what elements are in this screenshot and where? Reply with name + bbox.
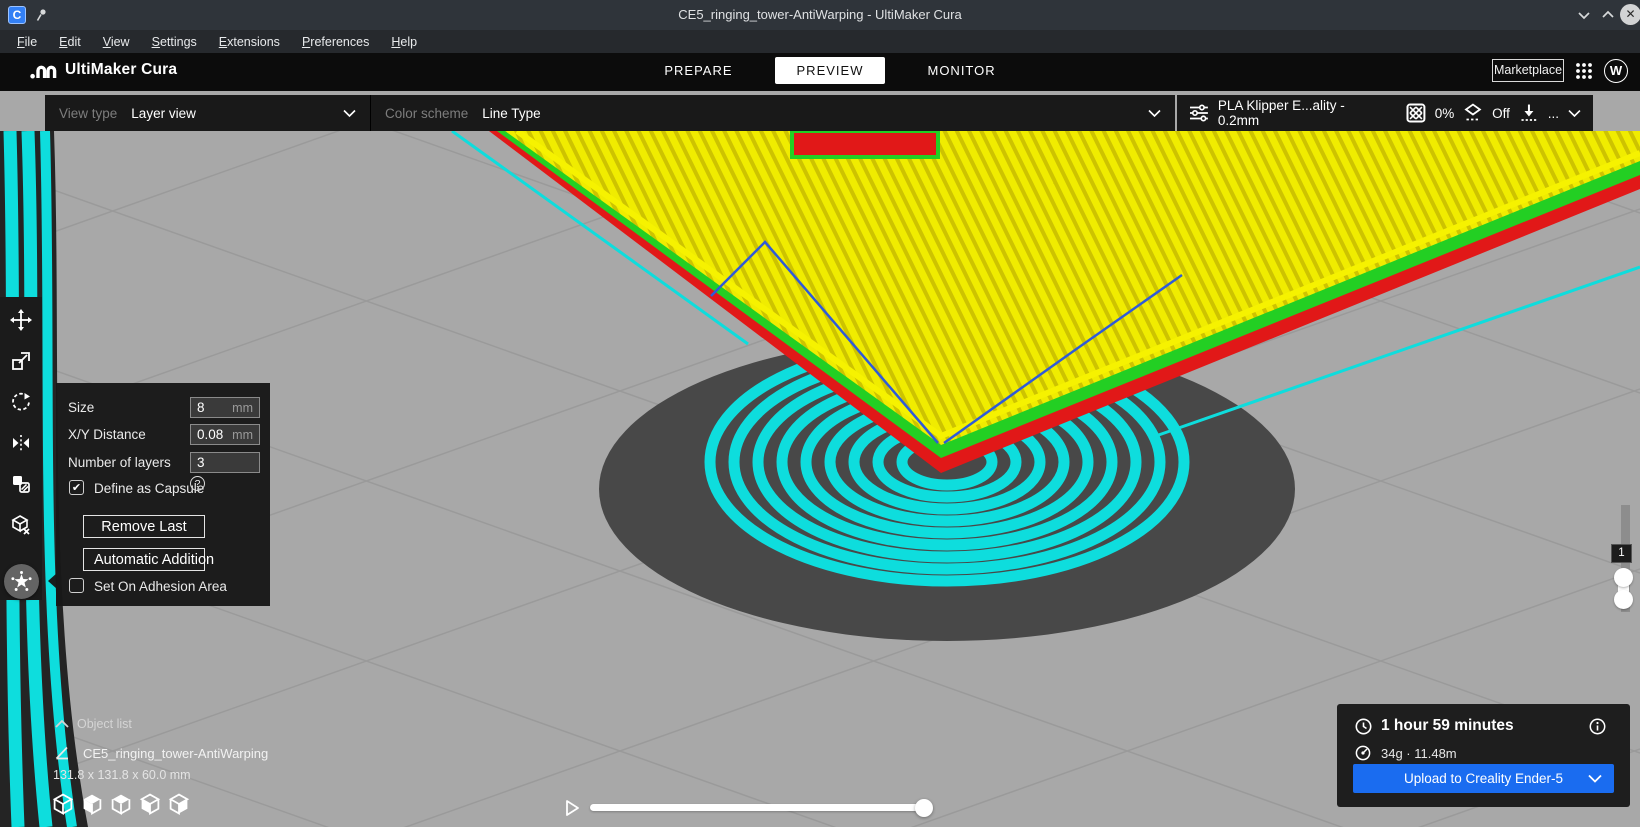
simulation-slider-handle[interactable] [915, 799, 933, 817]
chevron-down-icon [1148, 109, 1161, 118]
adhesion-icon [1519, 103, 1539, 123]
print-settings-bar[interactable]: PLA Klipper E...ality - 0.2mm 0% Off ... [1177, 95, 1593, 131]
menu-help[interactable]: Help [380, 32, 428, 52]
menu-settings[interactable]: Settings [141, 32, 208, 52]
capsule-label: Define as Capsule [94, 481, 204, 496]
per-model-settings-button[interactable] [10, 473, 32, 495]
adhesion-area-checkbox[interactable] [69, 578, 84, 593]
app-name: UltiMaker Cura [65, 61, 177, 79]
print-time-estimate: 1 hour 59 minutes [1381, 717, 1514, 735]
view-options-bar: View type Layer view Color scheme Line T… [45, 95, 1175, 131]
xy-distance-unit: mm [232, 428, 253, 442]
color-scheme-value: Line Type [482, 106, 540, 121]
layer-number-badge: 1 [1611, 544, 1632, 563]
layer-slider-handle-top[interactable] [1614, 568, 1633, 587]
tab-prepare[interactable]: PREPARE [652, 57, 744, 84]
account-avatar[interactable]: W [1604, 59, 1628, 83]
object-list-header[interactable]: Object list [77, 717, 132, 731]
chevron-down-icon[interactable] [1588, 774, 1602, 783]
menu-edit[interactable]: Edit [48, 32, 92, 52]
close-icon[interactable]: ✕ [1620, 4, 1640, 25]
menu-view[interactable]: View [92, 32, 141, 52]
rotate-tool-button[interactable] [10, 391, 32, 413]
chevron-down-icon [343, 109, 356, 118]
material-spool-icon [1355, 745, 1371, 761]
view-type-dropdown[interactable]: View type Layer view [45, 106, 370, 121]
ultimaker-logo-icon [30, 62, 57, 79]
infill-icon [1406, 103, 1426, 123]
cura-window: C CE5_ringing_tower-AntiWarping - UltiMa… [0, 0, 1640, 827]
view-right-icon[interactable] [168, 793, 190, 815]
menu-bar: File Edit View Settings Extensions Prefe… [0, 30, 1640, 53]
view-3d-icon[interactable] [52, 793, 74, 815]
print-profile: PLA Klipper E...ality - 0.2mm [1218, 98, 1389, 128]
print-job-panel: 1 hour 59 minutes 34g · 11.48m Upload to… [1337, 704, 1630, 807]
object-dimensions: 131.8 x 131.8 x 60.0 mm [53, 768, 191, 782]
color-scheme-label: Color scheme [385, 106, 468, 121]
view-type-label: View type [59, 106, 117, 121]
menu-extensions[interactable]: Extensions [208, 32, 291, 52]
scale-tool-button[interactable] [10, 350, 32, 372]
object-list-item[interactable]: CE5_ringing_tower-AntiWarping [83, 746, 268, 761]
color-scheme-dropdown[interactable]: Color scheme Line Type [371, 106, 1175, 121]
tab-preview[interactable]: PREVIEW [775, 57, 886, 84]
applications-grid-icon[interactable] [1575, 62, 1593, 80]
support-blocker-button[interactable] [10, 514, 32, 536]
xy-distance-label: X/Y Distance [68, 427, 146, 442]
marketplace-button[interactable]: Marketplace [1492, 59, 1564, 82]
menu-file[interactable]: File [6, 32, 48, 52]
view-front-icon[interactable] [81, 793, 103, 815]
size-label: Size [68, 400, 94, 415]
help-icon[interactable]: ? [190, 476, 205, 491]
minimize-icon[interactable] [1575, 6, 1593, 24]
tower-cross-section [792, 131, 938, 157]
title-bar[interactable]: C CE5_ringing_tower-AntiWarping - UltiMa… [0, 0, 1640, 30]
move-tool-button[interactable] [10, 309, 32, 331]
antiwarping-plugin-button[interactable] [4, 564, 39, 599]
camera-view-buttons [52, 793, 190, 815]
adhesion-value: ... [1548, 106, 1559, 121]
material-estimate: 34g · 11.48m [1381, 746, 1457, 761]
size-input[interactable]: 8 mm [190, 397, 260, 418]
maximize-icon[interactable] [1599, 6, 1617, 24]
clock-icon [1355, 718, 1372, 735]
automatic-addition-button[interactable]: Automatic Addition [83, 548, 205, 571]
support-icon [1463, 103, 1483, 123]
layer-slider-handle-bottom[interactable] [1614, 590, 1633, 609]
tab-monitor[interactable]: MONITOR [915, 57, 1007, 84]
layers-label: Number of layers [68, 455, 171, 470]
upload-button-label: Upload to Creality Ender-5 [1404, 771, 1563, 786]
view-type-value: Layer view [131, 106, 196, 121]
remove-last-button[interactable]: Remove Last [83, 515, 205, 538]
view-top-icon[interactable] [110, 793, 132, 815]
stage-tabs: PREPARE PREVIEW MONITOR [620, 57, 1040, 84]
object-list-collapse-icon[interactable] [55, 719, 69, 729]
support-value: Off [1492, 106, 1510, 121]
infill-value: 0% [1435, 106, 1455, 121]
chevron-down-icon [1568, 109, 1581, 118]
star-plugin-icon [11, 571, 32, 592]
size-unit: mm [232, 401, 253, 415]
size-value: 8 [197, 400, 205, 415]
play-button[interactable] [562, 798, 582, 818]
xy-distance-value: 0.08 [197, 427, 223, 442]
window-title: CE5_ringing_tower-AntiWarping - UltiMake… [0, 7, 1640, 22]
mirror-tool-button[interactable] [10, 432, 32, 454]
xy-distance-input[interactable]: 0.08 mm [190, 424, 260, 445]
app-logo: UltiMaker Cura [30, 61, 177, 79]
upload-button[interactable]: Upload to Creality Ender-5 [1353, 764, 1614, 793]
menu-preferences[interactable]: Preferences [291, 32, 380, 52]
adhesion-area-label: Set On Adhesion Area [94, 579, 227, 594]
antiwarping-panel: Size 8 mm X/Y Distance 0.08 mm Number of… [56, 383, 270, 606]
tool-sidebar [0, 297, 42, 600]
simulation-slider-track[interactable] [590, 804, 932, 811]
capsule-checkbox[interactable]: ✔ [69, 480, 84, 495]
mesh-type-icon [54, 745, 70, 761]
info-icon[interactable] [1589, 718, 1606, 735]
sliders-icon [1189, 104, 1209, 122]
layers-value: 3 [197, 455, 205, 470]
layers-input[interactable]: 3 [190, 452, 260, 473]
view-left-icon[interactable] [139, 793, 161, 815]
